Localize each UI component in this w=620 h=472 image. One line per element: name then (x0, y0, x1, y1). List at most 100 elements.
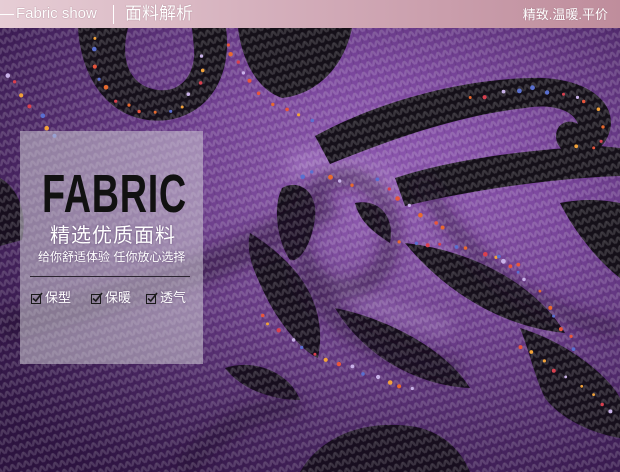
checkbox-checked-icon (31, 292, 43, 304)
bead (40, 113, 46, 119)
bead (297, 113, 301, 117)
header-accent-line (0, 14, 14, 15)
bead (501, 258, 506, 264)
bead (169, 109, 173, 113)
bead (544, 90, 550, 95)
bead (236, 60, 240, 64)
bead (592, 393, 595, 396)
bead (599, 139, 603, 143)
bead (241, 71, 246, 75)
bead (153, 110, 157, 114)
bead (276, 328, 281, 333)
bead (596, 107, 601, 111)
bead (186, 92, 191, 96)
bead (601, 125, 605, 129)
bead (517, 88, 522, 94)
bead (336, 361, 342, 367)
bead (529, 350, 534, 354)
checkbox-checked-icon (146, 292, 158, 304)
bead (395, 196, 400, 201)
bead (92, 46, 97, 52)
bead (483, 252, 488, 257)
bead (425, 243, 430, 248)
bead (271, 102, 275, 107)
bead (198, 81, 203, 85)
header-title-en: Fabric show (16, 5, 97, 22)
bead (350, 183, 354, 187)
bead (440, 225, 445, 230)
bead (180, 105, 184, 109)
bead (199, 54, 204, 58)
fabric-heading: FABRIC (42, 164, 187, 224)
bead (226, 43, 230, 47)
bead (530, 85, 535, 91)
bead (127, 103, 131, 107)
header-bar: Fabric show 面料解析 精致.温暖.平价 (0, 0, 620, 28)
bead (376, 374, 381, 380)
bead (501, 89, 506, 94)
bead (582, 99, 586, 104)
bead (300, 174, 306, 180)
bead (397, 384, 402, 389)
bead (313, 352, 317, 356)
bead (27, 104, 32, 109)
bead (266, 322, 269, 326)
bead (538, 289, 542, 293)
bead (516, 270, 520, 274)
divider (30, 276, 190, 277)
bead (12, 80, 17, 84)
bead (592, 146, 596, 150)
bead (518, 345, 523, 350)
bead (434, 221, 439, 225)
feature-label: 保暖 (105, 290, 132, 305)
bead (522, 277, 526, 282)
bead (338, 179, 342, 183)
bead (414, 241, 419, 245)
bead (114, 99, 118, 103)
feature-item: 保暖 (91, 290, 131, 305)
bead (256, 91, 261, 96)
bead (562, 92, 565, 96)
bead (361, 372, 365, 376)
checkbox-checked-icon (91, 292, 103, 304)
bead (323, 357, 328, 362)
bead (407, 203, 411, 207)
bead (387, 380, 393, 385)
header-divider (113, 5, 114, 24)
bead (508, 264, 513, 269)
bead (350, 364, 355, 369)
feature-label: 透气 (160, 290, 187, 305)
feature-item: 透气 (146, 290, 186, 305)
fabric-subheading: 精选优质面料 (50, 225, 176, 247)
bead (247, 78, 252, 83)
bead (310, 170, 314, 174)
bead (410, 386, 414, 391)
bead (482, 95, 487, 100)
bead (310, 118, 315, 123)
bead (551, 368, 556, 373)
bead (228, 52, 233, 57)
bead (468, 96, 472, 99)
bead (580, 384, 584, 388)
bead (418, 212, 423, 218)
bead (260, 313, 265, 318)
feature-item: 保型 (31, 290, 71, 305)
bead (552, 314, 556, 318)
bead (285, 107, 289, 112)
bead (564, 375, 568, 379)
bead (200, 68, 205, 73)
bead (300, 345, 304, 350)
bead (571, 347, 576, 351)
bead (608, 409, 613, 414)
bead (438, 242, 442, 246)
bead (92, 64, 97, 69)
bead (19, 93, 24, 98)
fabric-info-box: FABRIC 精选优质面料 给你舒适体验 任你放心选择 保型 保暖 透气 (20, 131, 203, 364)
bead (97, 77, 101, 81)
bead (497, 254, 501, 259)
bead (375, 177, 380, 182)
bead (463, 246, 468, 250)
bead (103, 85, 109, 90)
bead (516, 262, 521, 267)
bead (44, 125, 49, 131)
